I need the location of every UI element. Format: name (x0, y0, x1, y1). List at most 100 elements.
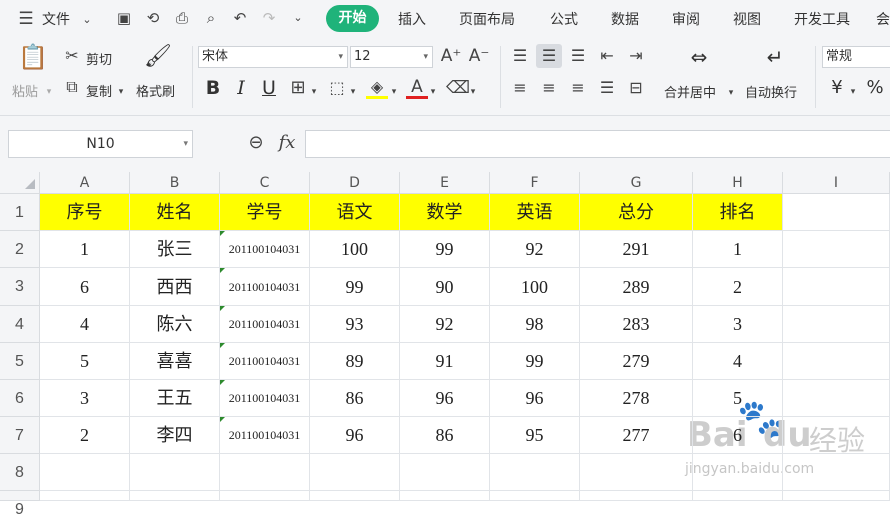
customize-toolbar-icon[interactable]: ⌄ (290, 9, 306, 27)
align-bottom-icon[interactable]: ☰ (566, 47, 590, 65)
cell-b3[interactable]: 西西 (130, 268, 220, 306)
cell-e7[interactable]: 86 (400, 417, 490, 454)
cell-b1[interactable]: 姓名 (130, 194, 220, 231)
tab-developer[interactable]: 开发工具 (794, 9, 850, 29)
cell-d1[interactable]: 语文 (310, 194, 400, 231)
align-center-icon[interactable]: ≡ (537, 79, 561, 97)
tab-insert[interactable]: 插入 (398, 9, 426, 29)
cell-b5[interactable]: 喜喜 (130, 343, 220, 380)
cell-c7[interactable]: 201100104031 (220, 417, 310, 454)
paste-button[interactable]: 粘贴 (12, 81, 38, 100)
column-header-f[interactable]: F (490, 172, 580, 194)
cell-e5[interactable]: 91 (400, 343, 490, 380)
cell-e6[interactable]: 96 (400, 380, 490, 417)
cell-a7[interactable]: 2 (40, 417, 130, 454)
cell-g6[interactable]: 278 (580, 380, 693, 417)
row-header-1[interactable]: 1 (0, 194, 40, 231)
cell-c1[interactable]: 学号 (220, 194, 310, 231)
number-format-select[interactable]: 常规 (822, 46, 890, 68)
eraser-icon[interactable]: ⌫ (446, 79, 470, 97)
cell-b8[interactable] (130, 454, 220, 491)
row-header-6[interactable]: 6 (0, 380, 40, 417)
cell-d4[interactable]: 93 (310, 306, 400, 343)
column-header-c[interactable]: C (220, 172, 310, 194)
tab-data[interactable]: 数据 (611, 9, 639, 29)
cell-e1[interactable]: 数学 (400, 194, 490, 231)
column-header-h[interactable]: H (693, 172, 783, 194)
eraser-dropdown-icon[interactable]: ▾ (468, 83, 478, 101)
increase-indent-icon[interactable]: ⇥ (624, 47, 648, 65)
cell-i3[interactable] (783, 268, 890, 306)
cell-g3[interactable]: 289 (580, 268, 693, 306)
cell-a8[interactable] (40, 454, 130, 491)
percent-format-button[interactable]: % (864, 77, 886, 99)
copy-icon[interactable]: ⧉ (62, 78, 82, 96)
print-icon[interactable]: ⎙ (172, 9, 192, 27)
redo-icon[interactable]: ↷ (259, 9, 279, 27)
fill-pattern-icon[interactable]: ⬚ (326, 79, 348, 97)
cell-d3[interactable]: 99 (310, 268, 400, 306)
scissors-icon[interactable]: ✂ (62, 47, 82, 65)
cell-d5[interactable]: 89 (310, 343, 400, 380)
select-all-corner[interactable] (0, 172, 40, 194)
cell-e2[interactable]: 99 (400, 231, 490, 268)
cell-f4[interactable]: 98 (490, 306, 580, 343)
cell-e3[interactable]: 90 (400, 268, 490, 306)
fill-color-dropdown-icon[interactable]: ▾ (389, 83, 399, 101)
decrease-font-size-icon[interactable]: A⁻ (468, 47, 490, 65)
row-header-4[interactable]: 4 (0, 306, 40, 343)
cell-f5[interactable]: 99 (490, 343, 580, 380)
cell-f7[interactable]: 95 (490, 417, 580, 454)
font-color-icon[interactable]: A (406, 78, 428, 99)
print-preview-icon[interactable]: ⌕ (201, 9, 221, 27)
save-icon[interactable]: ▣ (114, 9, 134, 27)
cell-d2[interactable]: 100 (310, 231, 400, 268)
cell-d9[interactable] (310, 491, 400, 501)
cell-c8[interactable] (220, 454, 310, 491)
cell-d8[interactable] (310, 454, 400, 491)
file-menu[interactable]: 文件 (42, 9, 70, 29)
fill-pattern-dropdown-icon[interactable]: ▾ (348, 83, 358, 101)
tab-formulas[interactable]: 公式 (550, 9, 578, 29)
merge-dropdown-icon[interactable]: ▾ (726, 84, 736, 102)
column-header-b[interactable]: B (130, 172, 220, 194)
font-size-select[interactable]: 12 ▾ (350, 46, 433, 68)
hamburger-menu-icon[interactable]: ☰ (16, 10, 36, 28)
cell-e8[interactable] (400, 454, 490, 491)
cell-g2[interactable]: 291 (580, 231, 693, 268)
cell-i2[interactable] (783, 231, 890, 268)
justify-icon[interactable]: ☰ (595, 79, 619, 97)
tab-member[interactable]: 会 (876, 9, 890, 29)
cell-g9[interactable] (580, 491, 693, 501)
align-middle-icon[interactable]: ☰ (536, 44, 562, 68)
row-header-5[interactable]: 5 (0, 343, 40, 380)
row-header-2[interactable]: 2 (0, 231, 40, 268)
cell-i4[interactable] (783, 306, 890, 343)
cell-h7[interactable]: 6 (693, 417, 783, 454)
font-color-dropdown-icon[interactable]: ▾ (428, 83, 438, 101)
currency-format-button[interactable]: ¥ (826, 77, 848, 99)
copy-dropdown-icon[interactable]: ▾ (116, 83, 126, 101)
font-name-select[interactable]: 宋体 ▾ (198, 46, 348, 68)
merge-center-icon[interactable]: ⇔ (684, 46, 714, 68)
cell-c9[interactable] (220, 491, 310, 501)
copy-button[interactable]: 复制 (86, 81, 112, 100)
zoom-formula-icon[interactable]: ⊖ (245, 134, 267, 152)
cell-b6[interactable]: 王五 (130, 380, 220, 417)
cell-b7[interactable]: 李四 (130, 417, 220, 454)
tab-page-layout[interactable]: 页面布局 (459, 9, 515, 29)
cell-a9[interactable] (40, 491, 130, 501)
row-header-3[interactable]: 3 (0, 268, 40, 306)
tab-home[interactable]: 开始 (326, 5, 379, 32)
cell-a2[interactable]: 1 (40, 231, 130, 268)
cell-h2[interactable]: 1 (693, 231, 783, 268)
cell-c4[interactable]: 201100104031 (220, 306, 310, 343)
cell-b2[interactable]: 张三 (130, 231, 220, 268)
column-header-d[interactable]: D (310, 172, 400, 194)
cell-d6[interactable]: 86 (310, 380, 400, 417)
cell-g7[interactable]: 277 (580, 417, 693, 454)
merge-center-button[interactable]: 合并居中 (664, 82, 716, 101)
cell-d7[interactable]: 96 (310, 417, 400, 454)
insert-function-button[interactable]: fx (274, 134, 300, 152)
cut-button[interactable]: 剪切 (86, 49, 112, 68)
